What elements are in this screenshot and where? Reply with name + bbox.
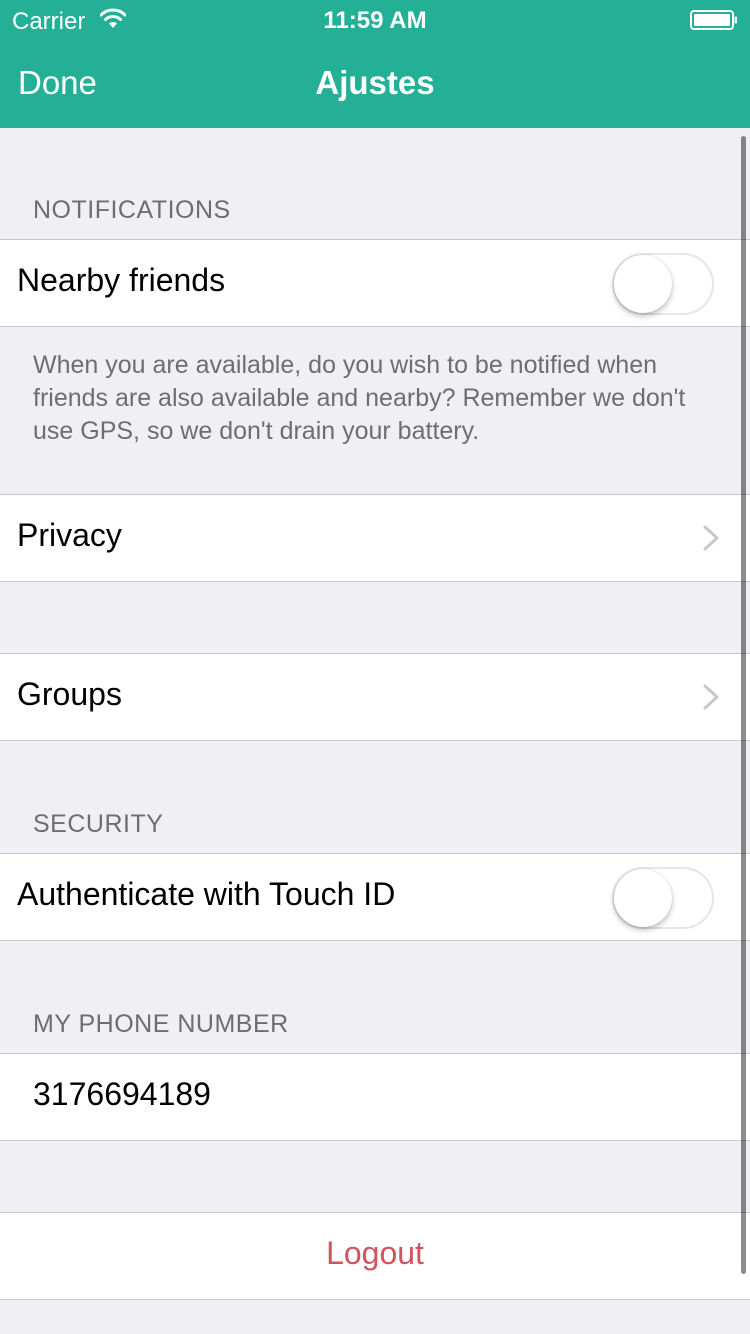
phone-number-row: 3176694189 <box>0 1053 750 1141</box>
groups-row[interactable]: Groups <box>0 653 750 741</box>
navigation-bar: Done Ajustes <box>0 40 750 128</box>
privacy-label: Privacy <box>17 517 122 553</box>
logout-button[interactable]: Logout <box>0 1212 750 1300</box>
nearby-friends-toggle[interactable] <box>612 253 714 315</box>
scroll-indicator[interactable] <box>741 136 746 1274</box>
privacy-row[interactable]: Privacy <box>0 494 750 582</box>
phone-number-value: 3176694189 <box>33 1076 211 1112</box>
battery-icon <box>690 10 737 30</box>
status-bar: Carrier 11:59 AM <box>0 0 750 40</box>
touch-id-row: Authenticate with Touch ID <box>0 853 750 941</box>
phone-section-header: MY PHONE NUMBER <box>33 1010 289 1038</box>
done-button[interactable]: Done <box>18 64 97 102</box>
nearby-friends-row: Nearby friends <box>0 239 750 327</box>
page-title: Ajustes <box>315 64 435 101</box>
security-section-header: SECURITY <box>33 810 164 838</box>
touch-id-toggle[interactable] <box>612 867 714 929</box>
clock: 11:59 AM <box>323 7 427 34</box>
nearby-friends-description: When you are available, do you wish to b… <box>33 351 686 445</box>
touch-id-label: Authenticate with Touch ID <box>17 876 396 912</box>
toggle-knob <box>614 869 672 927</box>
notifications-section-header: NOTIFICATIONS <box>33 196 231 224</box>
toggle-knob <box>614 255 672 313</box>
groups-label: Groups <box>17 676 122 712</box>
chevron-right-icon <box>703 684 719 710</box>
chevron-right-icon <box>703 525 719 551</box>
nearby-friends-label: Nearby friends <box>17 262 226 298</box>
logout-label: Logout <box>326 1235 424 1271</box>
